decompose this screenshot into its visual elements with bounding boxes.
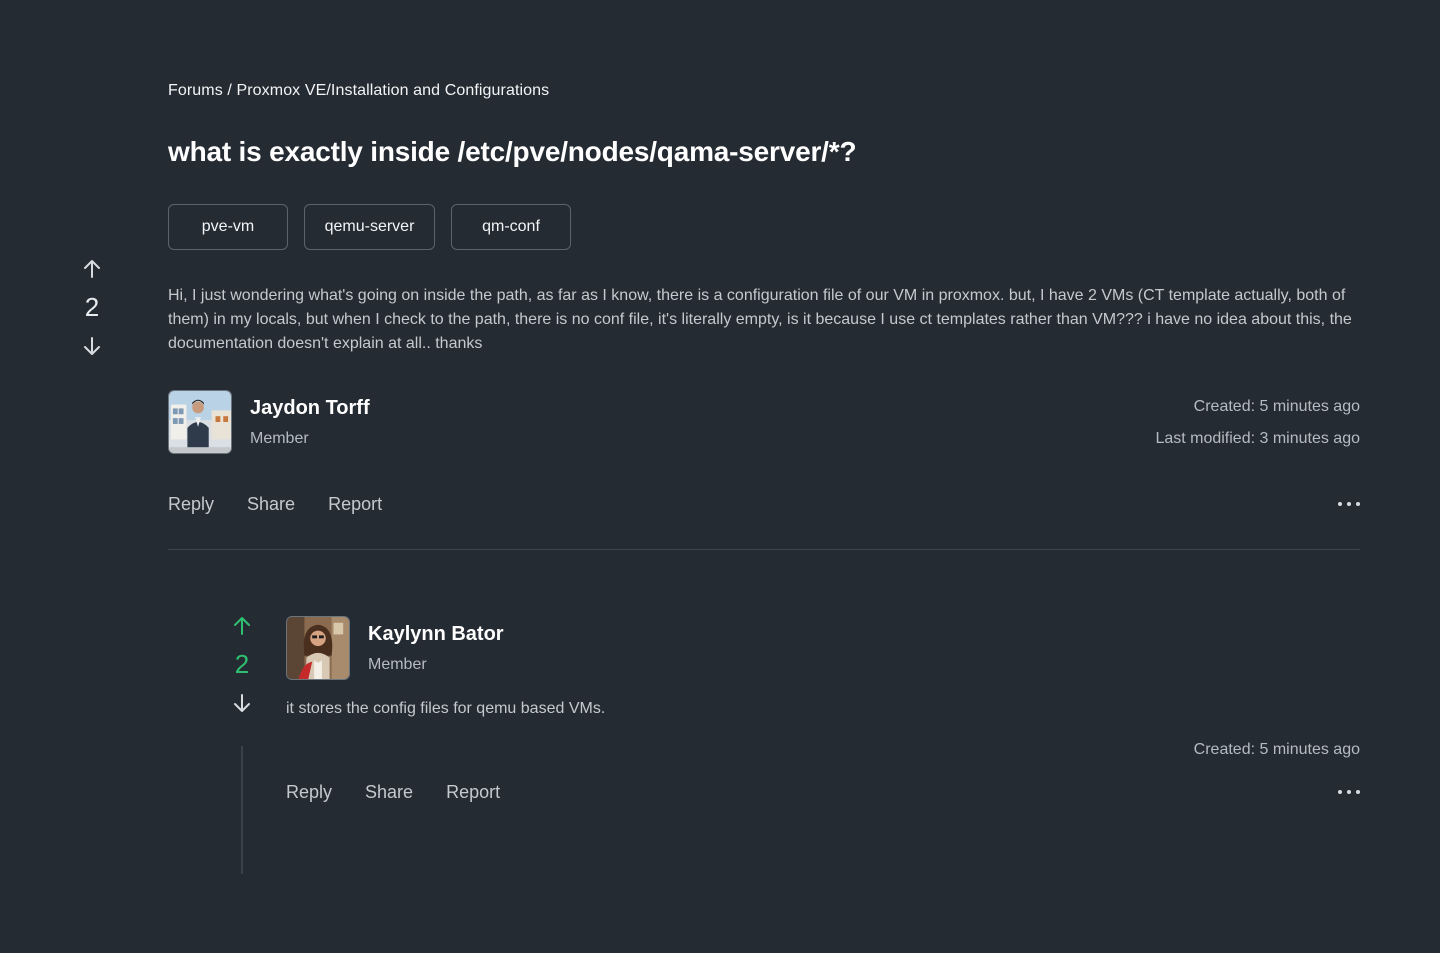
tag-qemu-server[interactable]: qemu-server [304,204,435,250]
reply-vote-control: 2 [226,616,258,713]
more-horizontal-icon[interactable] [1338,787,1360,797]
author-name[interactable]: Jaydon Torff [250,397,370,420]
created-timestamp: Created: 5 minutes ago [1193,741,1360,758]
tag-list: pve-vm qemu-server qm-conf [168,204,571,250]
tag-qm-conf[interactable]: qm-conf [451,204,571,250]
thread-line [241,746,243,874]
post-body: Hi, I just wondering what's going on ins… [168,287,1352,352]
share-button[interactable]: Share [247,494,295,515]
report-button[interactable]: Report [328,494,382,515]
reply-button[interactable]: Reply [168,494,214,515]
arrow-up-icon[interactable] [233,616,251,636]
arrow-up-icon[interactable] [83,259,101,279]
reply-button[interactable]: Reply [286,782,332,803]
share-button[interactable]: Share [365,782,413,803]
tag-pve-vm[interactable]: pve-vm [168,204,288,250]
page-title: what is exactly inside /etc/pve/nodes/qa… [168,136,857,167]
author-name[interactable]: Kaylynn Bator [368,623,504,646]
reply-vote-count: 2 [234,649,250,679]
breadcrumb[interactable]: Forums / Proxmox VE/Installation and Con… [168,82,549,100]
created-timestamp: Created: 5 minutes ago [1193,398,1360,415]
author-role: Member [250,430,309,447]
avatar[interactable] [168,390,232,454]
arrow-down-icon[interactable] [233,693,251,713]
report-button[interactable]: Report [446,782,500,803]
avatar[interactable] [286,616,350,680]
arrow-down-icon[interactable] [83,336,101,356]
forum-thread-page: Forums / Proxmox VE/Installation and Con… [0,0,1440,953]
reply-actions: Reply Share Report [286,782,500,803]
author-role: Member [368,656,427,673]
reply-body: it stores the config files for qemu base… [286,700,606,717]
post-vote-count: 2 [84,292,100,322]
divider [168,549,1360,550]
modified-timestamp: Last modified: 3 minutes ago [1155,430,1360,447]
post-actions: Reply Share Report [168,494,382,515]
more-horizontal-icon[interactable] [1338,499,1360,509]
post-vote-control: 2 [76,259,108,356]
